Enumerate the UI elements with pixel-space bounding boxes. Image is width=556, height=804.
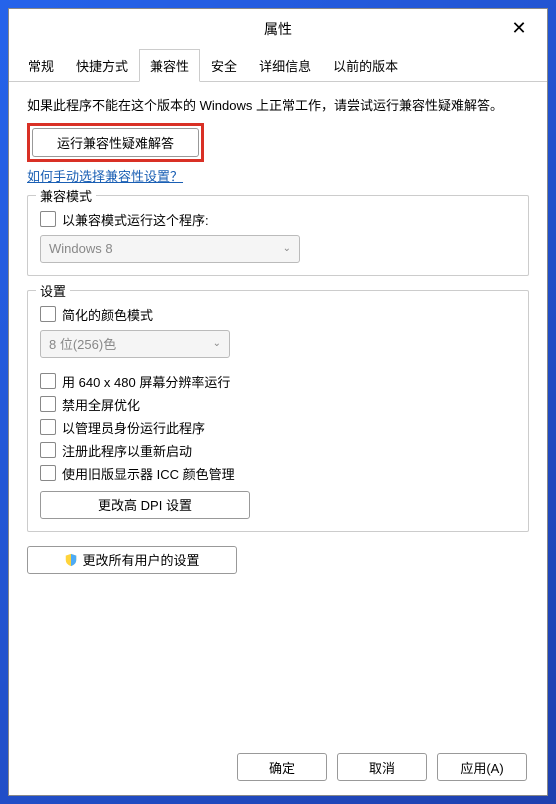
checkbox-icon[interactable] — [40, 442, 56, 458]
tab-strip: 常规 快捷方式 兼容性 安全 详细信息 以前的版本 — [9, 49, 547, 82]
disable-fullscreen-checkbox-row[interactable]: 禁用全屏优化 — [40, 395, 516, 414]
all-users-button[interactable]: 更改所有用户的设置 — [27, 546, 237, 574]
properties-dialog: 属性 ✕ 常规 快捷方式 兼容性 安全 详细信息 以前的版本 如果此程序不能在这… — [8, 8, 548, 796]
resolution-checkbox-row[interactable]: 用 640 x 480 屏幕分辨率运行 — [40, 372, 516, 391]
tab-details[interactable]: 详细信息 — [248, 49, 322, 81]
resolution-label: 用 640 x 480 屏幕分辨率运行 — [62, 372, 230, 391]
checkbox-icon[interactable] — [40, 211, 56, 227]
tab-content: 如果此程序不能在这个版本的 Windows 上正常工作，请尝试运行兼容性疑难解答… — [9, 82, 547, 738]
tab-previous-versions[interactable]: 以前的版本 — [322, 49, 409, 81]
dpi-settings-button[interactable]: 更改高 DPI 设置 — [40, 491, 250, 519]
run-troubleshooter-button[interactable]: 运行兼容性疑难解答 — [32, 128, 199, 157]
compat-mode-checkbox-row[interactable]: 以兼容模式运行这个程序: — [40, 210, 516, 229]
shield-icon — [64, 553, 78, 567]
settings-group: 设置 简化的颜色模式 8 位(256)色 ⌄ 用 640 x 480 屏幕分辨率… — [27, 290, 529, 532]
register-restart-label: 注册此程序以重新启动 — [62, 441, 192, 460]
dialog-footer: 确定 取消 应用(A) — [9, 738, 547, 795]
reduced-color-label: 简化的颜色模式 — [62, 305, 153, 324]
checkbox-icon[interactable] — [40, 465, 56, 481]
apply-button[interactable]: 应用(A) — [437, 753, 527, 781]
run-admin-label: 以管理员身份运行此程序 — [62, 418, 205, 437]
highlight-box: 运行兼容性疑难解答 — [27, 123, 204, 162]
cancel-button[interactable]: 取消 — [337, 753, 427, 781]
legacy-icc-checkbox-row[interactable]: 使用旧版显示器 ICC 颜色管理 — [40, 464, 516, 483]
dialog-title: 属性 — [17, 19, 499, 39]
disable-fullscreen-label: 禁用全屏优化 — [62, 395, 140, 414]
checkbox-icon[interactable] — [40, 419, 56, 435]
tab-compatibility[interactable]: 兼容性 — [139, 49, 200, 82]
all-users-label: 更改所有用户的设置 — [82, 550, 199, 569]
checkbox-icon[interactable] — [40, 306, 56, 322]
compat-mode-title: 兼容模式 — [36, 186, 96, 205]
ok-button[interactable]: 确定 — [237, 753, 327, 781]
compat-mode-value: Windows 8 — [49, 241, 113, 256]
tab-general[interactable]: 常规 — [17, 49, 65, 81]
compat-mode-label: 以兼容模式运行这个程序: — [62, 210, 209, 229]
checkbox-icon[interactable] — [40, 396, 56, 412]
legacy-icc-label: 使用旧版显示器 ICC 颜色管理 — [62, 464, 235, 483]
chevron-down-icon: ⌄ — [283, 243, 291, 254]
compat-mode-select[interactable]: Windows 8 ⌄ — [40, 235, 300, 263]
compat-mode-group: 兼容模式 以兼容模式运行这个程序: Windows 8 ⌄ — [27, 195, 529, 276]
tab-security[interactable]: 安全 — [200, 49, 248, 81]
color-mode-select[interactable]: 8 位(256)色 ⌄ — [40, 330, 230, 358]
color-mode-value: 8 位(256)色 — [49, 334, 116, 353]
register-restart-checkbox-row[interactable]: 注册此程序以重新启动 — [40, 441, 516, 460]
close-icon[interactable]: ✕ — [499, 13, 539, 45]
reduced-color-checkbox-row[interactable]: 简化的颜色模式 — [40, 305, 516, 324]
checkbox-icon[interactable] — [40, 373, 56, 389]
titlebar: 属性 ✕ — [9, 9, 547, 49]
intro-text: 如果此程序不能在这个版本的 Windows 上正常工作，请尝试运行兼容性疑难解答… — [27, 96, 529, 117]
tab-shortcut[interactable]: 快捷方式 — [65, 49, 139, 81]
manual-settings-link[interactable]: 如何手动选择兼容性设置？ — [27, 166, 183, 185]
chevron-down-icon: ⌄ — [213, 338, 221, 349]
run-admin-checkbox-row[interactable]: 以管理员身份运行此程序 — [40, 418, 516, 437]
settings-title: 设置 — [36, 281, 70, 300]
